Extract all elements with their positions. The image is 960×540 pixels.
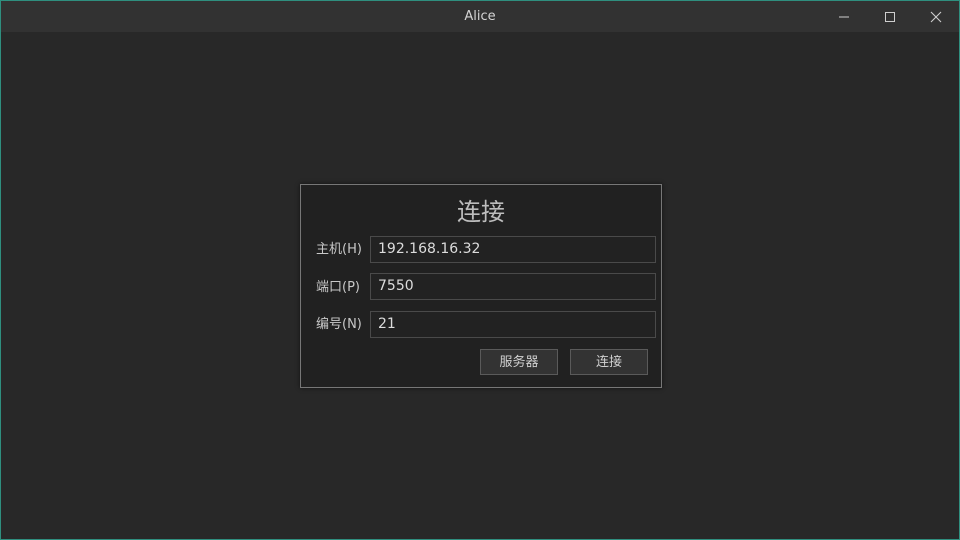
server-button[interactable]: 服务器 <box>480 349 558 375</box>
port-input[interactable] <box>370 273 656 300</box>
port-label: 端口(P) <box>316 280 360 295</box>
title-bar[interactable]: Alice <box>1 1 959 32</box>
connect-dialog: 连接 主机(H) 端口(P) 编号(N) 服务器 连接 <box>300 184 662 388</box>
close-icon <box>930 11 942 22</box>
close-button[interactable] <box>913 1 959 32</box>
minimize-button[interactable] <box>821 1 867 32</box>
window-title: Alice <box>464 9 496 24</box>
maximize-button[interactable] <box>867 1 913 32</box>
app-window: Alice 连接 主机(H) 端口(P) 编号(N) 服务器 连接 <box>0 0 960 540</box>
host-label: 主机(H) <box>316 242 362 257</box>
host-input[interactable] <box>370 236 656 263</box>
id-input[interactable] <box>370 311 656 338</box>
minimize-icon <box>839 16 849 17</box>
dialog-title: 连接 <box>457 198 505 226</box>
maximize-icon <box>885 11 895 22</box>
id-label: 编号(N) <box>316 317 362 332</box>
connect-button[interactable]: 连接 <box>570 349 648 375</box>
